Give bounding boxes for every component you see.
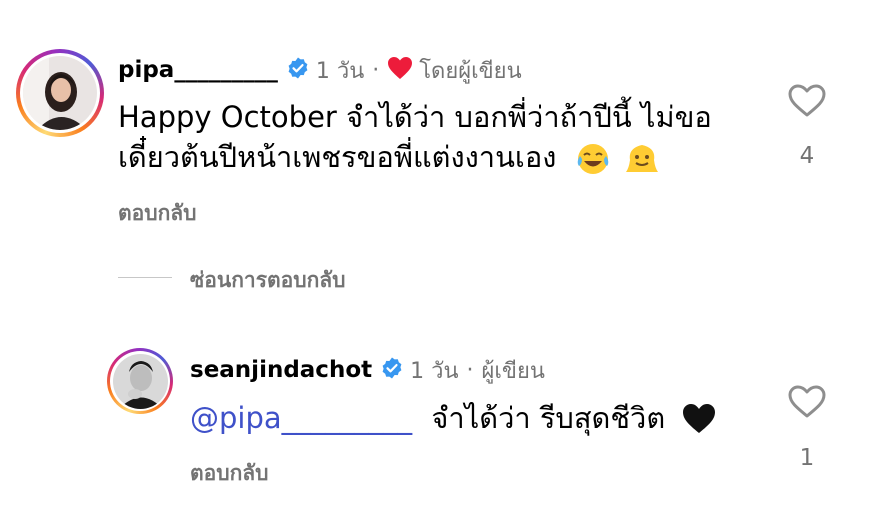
comment-time: 1 วัน <box>410 358 459 384</box>
reply-text: จำได้ว่า รีบสุดชีวิต <box>431 401 666 435</box>
reply-button[interactable]: ตอบกลับ <box>190 457 269 490</box>
verified-badge-icon <box>286 56 310 84</box>
replies-divider <box>118 277 172 278</box>
avatar-pipa[interactable] <box>16 49 104 137</box>
heart-outline-icon[interactable] <box>788 84 826 122</box>
reply-button[interactable]: ตอบกลับ <box>118 197 197 230</box>
melting-face-emoji <box>625 142 659 176</box>
heart-filled-icon <box>387 56 413 84</box>
like-count: 4 <box>799 143 815 169</box>
comment-text-line: Happy October จำได้ว่า บอกพี่ว่าถ้าปีนี้… <box>118 100 712 134</box>
comment-text-line-2-text: เดี๋ยวต้นปีหน้าเพชรขอพี่แต่งงานเอง <box>118 140 557 174</box>
verified-badge-icon <box>380 356 404 384</box>
separator-dot: · <box>466 357 474 383</box>
mention-link[interactable]: @pipa_________ <box>190 401 412 435</box>
heart-outline-icon[interactable] <box>788 385 826 423</box>
black-heart-emoji <box>682 403 716 437</box>
avatar-seanjindachot[interactable] <box>107 348 173 414</box>
username[interactable]: seanjindachot <box>190 357 372 383</box>
reply-body: @pipa_________ จำได้ว่า รีบสุดชีวิต <box>190 398 716 438</box>
liked-by-author-label: โดยผู้เขียน <box>419 58 522 84</box>
reply-header: seanjindachot 1 วัน · ผู้เขียน <box>190 355 545 385</box>
comment-time: 1 วัน <box>315 58 365 84</box>
comment-header: pipa_________ 1 วัน · โดยผู้เขียน <box>118 55 522 85</box>
comment-body: Happy October จำได้ว่า บอกพี่ว่าถ้าปีนี้… <box>118 97 712 177</box>
separator-dot: · <box>372 57 380 83</box>
face-with-tears-of-joy-emoji <box>576 142 610 176</box>
like-count: 1 <box>799 445 815 471</box>
comment-text-line-2: เดี๋ยวต้นปีหน้าเพชรขอพี่แต่งงานเอง <box>118 137 712 177</box>
hide-replies-button[interactable]: ซ่อนการตอบกลับ <box>190 264 346 297</box>
username[interactable]: pipa_________ <box>118 57 278 83</box>
author-label: ผู้เขียน <box>481 358 545 384</box>
